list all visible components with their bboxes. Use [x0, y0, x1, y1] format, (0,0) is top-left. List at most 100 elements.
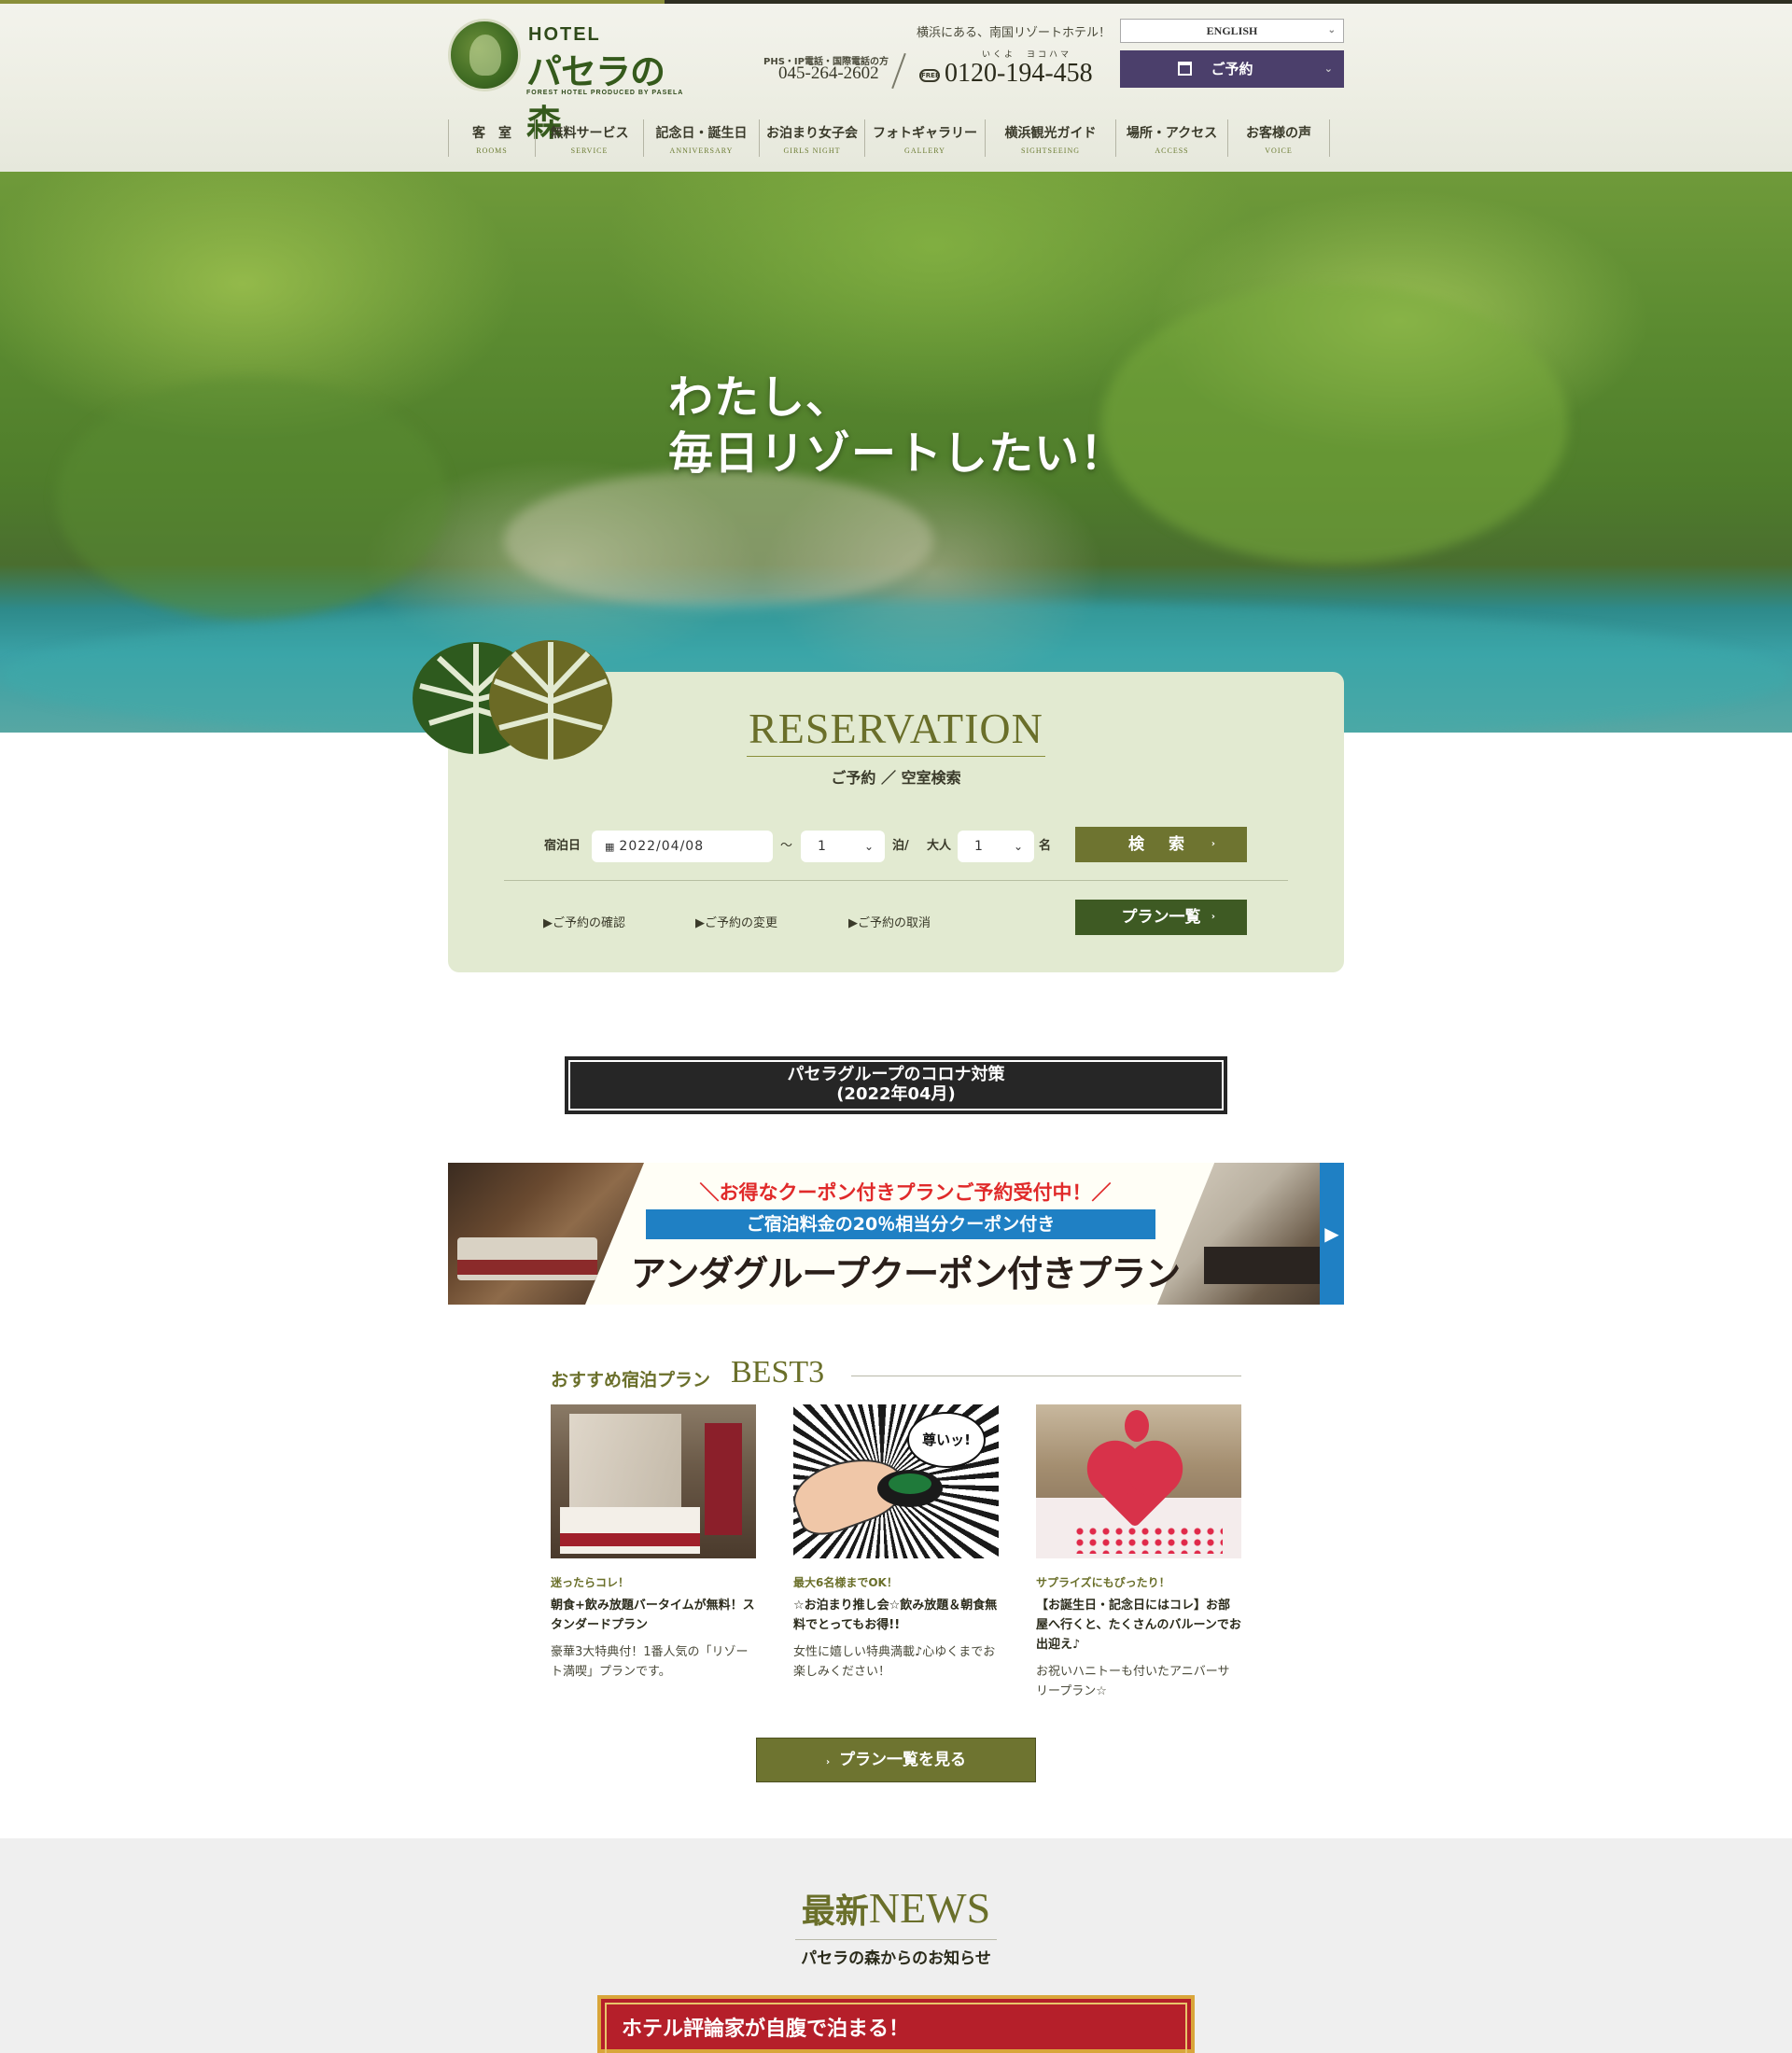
confirm-reservation-link[interactable]: ▶ご予約の確認: [543, 913, 625, 930]
bed-shape: [560, 1507, 700, 1554]
leaf-emblem-icon: [448, 19, 521, 91]
nights-unit-label: 泊/: [892, 839, 909, 853]
nav-item-sublabel: GIRLS NIGHT: [783, 147, 841, 155]
change-reservation-label: ご予約の変更: [705, 916, 778, 930]
plan-tag: 最大6名様までOK！: [793, 1576, 898, 1589]
plan-photo-anniversary: [1036, 1404, 1241, 1558]
calendar-icon: ▦: [605, 841, 616, 853]
balloon-shape: [1125, 1410, 1149, 1442]
chevron-down-icon: ⌄: [863, 840, 874, 853]
see-all-plans-button[interactable]: › プラン一覧を見る: [756, 1738, 1036, 1782]
nav-item-label: 記念日・誕生日: [655, 126, 748, 141]
adults-select-value: 1: [974, 839, 983, 854]
date-range-tilde: 〜: [780, 839, 793, 853]
corona-banner-line2: (2022年04月): [836, 1084, 956, 1104]
nav-item-label: 横浜観光ガイド: [1004, 126, 1097, 141]
news-title-en: NEWS: [868, 1884, 991, 1932]
nav-item-voice[interactable]: お客様の声 VOICE: [1227, 119, 1330, 157]
coupon-percent-label: ご宿泊料金の20％相当分クーポン付き: [646, 1209, 1155, 1239]
plan-card-standard[interactable]: 迷ったらコレ！ 朝食+飲み放題バータイムが無料！スタンダードプラン 豪華3大特典…: [551, 1404, 756, 1682]
coupon-plan-banner[interactable]: ＼お得なクーポン付きプランご予約受付中！／ ご宿泊料金の20％相当分クーポン付き…: [448, 1163, 1344, 1305]
site-header: HOTEL パセラの森 FOREST HOTEL PRODUCED BY PAS…: [0, 4, 1792, 172]
triangle-right-icon: ▶: [848, 916, 858, 930]
nav-item-sublabel: ANNIVERSARY: [669, 147, 734, 155]
nav-item-label: 客 室: [472, 126, 511, 141]
free-dial-number[interactable]: 0120-194-458: [945, 59, 1093, 89]
see-all-plans-label: プラン一覧を見る: [839, 1751, 967, 1769]
cancel-reservation-link[interactable]: ▶ご予約の取消: [848, 913, 931, 930]
change-reservation-link[interactable]: ▶ご予約の変更: [695, 913, 777, 930]
checkin-date-field[interactable]: ▦ 2022/04/08: [592, 831, 773, 862]
adults-select[interactable]: 1 ⌄: [958, 831, 1034, 862]
nav-item-label: 無料サービス: [550, 126, 629, 141]
cancel-reservation-label: ご予約の取消: [858, 916, 931, 930]
plan-card-oshi[interactable]: 尊いッ! 最大6名様までOK！ ☆お泊まり推し会☆飲み放題＆朝食無料でとってもお…: [793, 1404, 999, 1682]
hero-visual: わたし、 毎日リゾートしたい！: [0, 172, 1792, 733]
plan-list-button[interactable]: プラン一覧 ›: [1075, 900, 1247, 935]
phone-divider: [891, 52, 906, 90]
plan-description: 女性に嬉しい特典満載♪心ゆくまでお楽しみください！: [793, 1645, 996, 1679]
confirm-reservation-label: ご予約の確認: [553, 916, 626, 930]
canopy-shape: [569, 1414, 681, 1516]
plan-description: お祝いハニトーも付いたアニバーサリープラン☆: [1036, 1665, 1230, 1698]
nav-item-label: お泊まり女子会: [766, 126, 858, 141]
news-card-text: ホテル評論家が自腹で泊まる！: [622, 2017, 910, 2041]
reserve-button[interactable]: ご予約 ⌄: [1120, 50, 1344, 88]
nav-item-girls-night[interactable]: お泊まり女子会 GIRLS NIGHT: [759, 119, 864, 157]
checkin-date-value: 2022/04/08: [619, 839, 705, 854]
foliage-shape: [1101, 284, 1568, 564]
global-nav: 客 室 ROOMS 無料サービス SERVICE 記念日・誕生日 ANNIVER…: [448, 119, 1344, 159]
plan-tag: サプライズにもぴったり！: [1036, 1576, 1170, 1589]
buzzer-shape: [877, 1470, 943, 1507]
chevron-right-icon: ›: [1211, 839, 1215, 849]
news-title: 最新NEWS: [0, 1883, 1792, 1933]
chevron-down-icon: ⌄: [1323, 63, 1333, 75]
adults-label: 大人: [927, 839, 952, 853]
search-button[interactable]: 検 索 ›: [1075, 827, 1247, 862]
nav-item-rooms[interactable]: 客 室 ROOMS: [448, 119, 535, 157]
language-select-value: ENGLISH: [1206, 24, 1258, 37]
reservation-title-rule: [747, 756, 1045, 757]
header-inner: HOTEL パセラの森 FOREST HOTEL PRODUCED BY PAS…: [448, 4, 1344, 172]
nav-item-sublabel: GALLERY: [904, 147, 945, 155]
news-subtitle: パセラの森からのお知らせ: [801, 1949, 991, 1968]
foliage-shape: [56, 377, 448, 620]
best3-heading-en: BEST3: [731, 1355, 825, 1390]
nav-item-sublabel: SIGHTSEEING: [1021, 147, 1080, 155]
phs-phone-number[interactable]: 045-264-2602: [778, 63, 879, 84]
nights-select-value: 1: [818, 839, 826, 854]
triangle-right-icon: ▶: [695, 916, 705, 930]
nav-item-access[interactable]: 場所・アクセス ACCESS: [1115, 119, 1227, 157]
nav-item-sightseeing[interactable]: 横浜観光ガイド SIGHTSEEING: [985, 119, 1115, 157]
plan-card-anniversary[interactable]: サプライズにもぴったり！ 【お誕生日・記念日にはコレ】お部屋へ行くと、たくさんの…: [1036, 1404, 1241, 1701]
nav-item-sublabel: ACCESS: [1155, 147, 1189, 155]
logo-subtitle: FOREST HOTEL PRODUCED BY PASELA: [526, 90, 684, 96]
search-button-label: 検 索: [1128, 835, 1194, 854]
reserve-button-label: ご予約: [1211, 61, 1253, 77]
news-feature-card[interactable]: ホテル評論家が自腹で泊まる！: [597, 1995, 1195, 2053]
hero-copy-line2: 毎日リゾートしたい！: [668, 427, 1127, 480]
hotel-logo[interactable]: HOTEL パセラの森 FOREST HOTEL PRODUCED BY PAS…: [448, 17, 691, 144]
nav-item-service[interactable]: 無料サービス SERVICE: [535, 119, 643, 157]
plan-list-button-label: プラン一覧: [1121, 908, 1201, 927]
speech-bubble: 尊いッ!: [907, 1412, 986, 1468]
adults-unit-label: 名: [1039, 839, 1052, 853]
chevron-right-icon: ›: [1211, 912, 1215, 922]
monstera-leaf-olive: [489, 640, 612, 760]
nav-item-label: お客様の声: [1246, 126, 1311, 141]
corona-banner-line1: パセラグループのコロナ対策: [787, 1065, 1005, 1084]
language-select[interactable]: ENGLISH ⌄: [1120, 19, 1344, 43]
chevron-down-icon: ⌄: [1013, 840, 1023, 853]
nights-select[interactable]: 1 ⌄: [801, 831, 885, 862]
plan-title: 【お誕生日・記念日にはコレ】お部屋へ行くと、たくさんのバルーンでお出迎え♪: [1036, 1599, 1241, 1652]
best3-heading-jp: おすすめ宿泊プラン: [551, 1370, 711, 1390]
nav-item-gallery[interactable]: フォトギャラリー GALLERY: [864, 119, 985, 157]
hotel-room-photo: [448, 1163, 644, 1305]
checkin-date-label: 宿泊日: [544, 839, 581, 853]
triangle-right-icon: ▶: [543, 916, 553, 930]
nav-item-sublabel: ROOMS: [476, 147, 508, 155]
nav-item-anniversary[interactable]: 記念日・誕生日 ANNIVERSARY: [643, 119, 759, 157]
plan-title: 朝食+飲み放題バータイムが無料！スタンダードプラン: [551, 1599, 755, 1632]
corona-measures-banner[interactable]: パセラグループのコロナ対策 (2022年04月): [565, 1056, 1227, 1114]
triangle-right-icon: ▶: [1320, 1163, 1344, 1305]
